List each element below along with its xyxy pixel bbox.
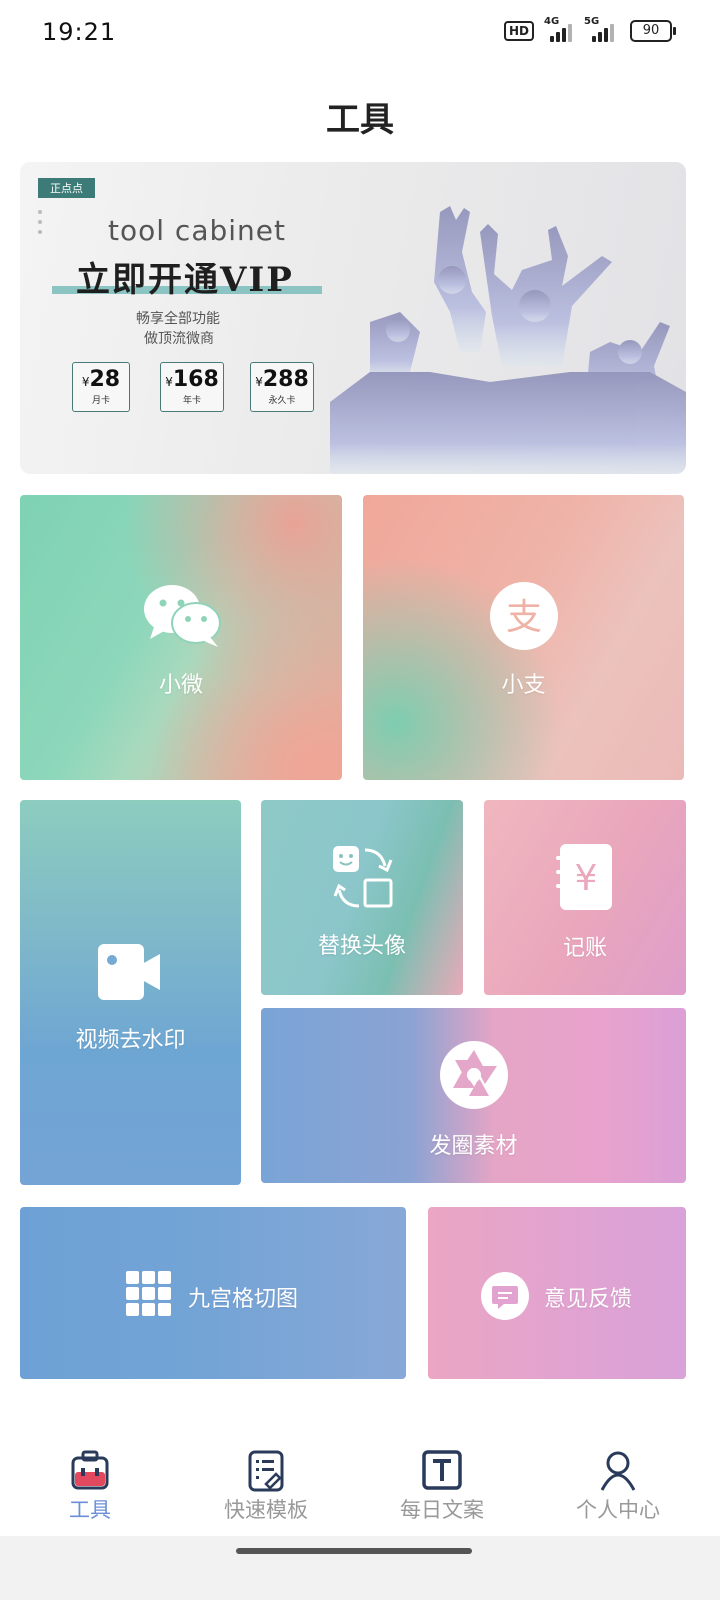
- tool-tile-alipay[interactable]: 支 小支: [363, 495, 684, 780]
- price-amount: 28: [89, 367, 121, 392]
- price-label: 月卡: [91, 396, 110, 406]
- banner-headline: 立即开通VIP: [76, 260, 294, 300]
- svg-text:¥: ¥: [575, 858, 598, 899]
- vip-banner[interactable]: 正点点 tool cabinet 立即开通VIP 畅享全部功能 做顶流微商 ¥2…: [20, 162, 686, 474]
- page-title: 工具: [326, 100, 394, 140]
- banner-dots-icon: [38, 210, 42, 240]
- tool-tile-video-watermark[interactable]: 视频去水印: [20, 800, 241, 1185]
- battery-icon: 90: [630, 20, 676, 42]
- ledger-icon: ¥: [556, 844, 612, 910]
- tool-tile-accounting[interactable]: ¥ 记账: [484, 800, 686, 995]
- tool-label-alipay: 小支: [501, 673, 546, 698]
- grid-icon: [126, 1271, 171, 1316]
- currency-symbol: ¥: [81, 375, 90, 389]
- crowd-illustration: [330, 206, 686, 474]
- currency-symbol: ¥: [255, 375, 263, 389]
- tool-tile-moments-material[interactable]: 发圈素材: [261, 1008, 686, 1183]
- nav-item-daily-copy[interactable]: 每日文案: [352, 1440, 532, 1524]
- nav-item-profile[interactable]: 个人中心: [528, 1440, 708, 1524]
- banner-tag: 正点点: [38, 178, 95, 198]
- nav-item-templates[interactable]: 快速模板: [176, 1440, 356, 1524]
- template-icon: [248, 1450, 284, 1492]
- price-label: 年卡: [182, 396, 201, 406]
- status-bar: 19:21 HD 4G 5G 90: [0, 0, 720, 64]
- user-icon: [600, 1451, 636, 1491]
- nav-label-daily-copy: 每日文案: [400, 1498, 484, 1522]
- price-amount: 168: [172, 367, 219, 392]
- tool-label-account: 记账: [562, 936, 607, 961]
- price-card-monthly[interactable]: ¥28 月卡: [72, 362, 130, 412]
- nav-item-tools[interactable]: 工具: [0, 1440, 180, 1524]
- tool-label-moments: 发圈素材: [429, 1134, 518, 1159]
- tool-tile-feedback[interactable]: 意见反馈: [428, 1207, 686, 1379]
- price-amount: 288: [262, 367, 309, 392]
- tool-tile-replace-avatar[interactable]: 替换头像: [261, 800, 463, 995]
- hd-icon: HD: [503, 21, 534, 41]
- signal-5g-icon: 5G: [584, 16, 620, 42]
- gesture-bar-area: [0, 1536, 720, 1600]
- feedback-icon: [481, 1272, 529, 1320]
- svg-text:支: 支: [506, 597, 542, 638]
- banner-subtitle-2: 做顶流微商: [144, 331, 214, 347]
- signal-4g-icon: 4G: [544, 16, 574, 42]
- alipay-icon: 支: [490, 582, 558, 650]
- status-time: 19:21: [42, 18, 117, 46]
- bottom-nav: 工具 快速模板 每日文案 个人中心: [0, 1440, 720, 1536]
- net-5g-label: 5G: [584, 16, 600, 27]
- price-card-yearly[interactable]: ¥168 年卡: [160, 362, 224, 412]
- tool-label-weixin: 小微: [158, 673, 203, 698]
- text-icon: [422, 1450, 462, 1490]
- banner-english-title: tool cabinet: [108, 214, 286, 247]
- video-camera-icon: [98, 944, 160, 1000]
- tool-label-feedback: 意见反馈: [544, 1287, 633, 1312]
- price-card-lifetime[interactable]: ¥288 永久卡: [250, 362, 314, 412]
- swap-avatar-icon: [333, 846, 393, 908]
- home-indicator[interactable]: [236, 1548, 472, 1554]
- nav-label-templates: 快速模板: [224, 1498, 308, 1522]
- toolbox-icon: [71, 1450, 109, 1490]
- nav-label-tools: 工具: [69, 1498, 111, 1522]
- tool-tile-weixin[interactable]: 小微: [20, 495, 342, 780]
- currency-symbol: ¥: [165, 375, 173, 389]
- price-label: 永久卡: [268, 396, 296, 406]
- tool-label-avatar: 替换头像: [317, 934, 406, 959]
- tool-label-video: 视频去水印: [75, 1028, 186, 1053]
- banner-subtitle-1: 畅享全部功能: [136, 311, 220, 327]
- tool-tile-nine-grid[interactable]: 九宫格切图: [20, 1207, 406, 1379]
- nav-label-profile: 个人中心: [576, 1498, 660, 1522]
- shutter-icon: [440, 1041, 508, 1109]
- status-icons: HD 4G 5G 90: [503, 16, 676, 42]
- net-4g-label: 4G: [544, 16, 560, 27]
- tool-label-grid: 九宫格切图: [188, 1287, 299, 1312]
- wechat-icon: [144, 585, 221, 647]
